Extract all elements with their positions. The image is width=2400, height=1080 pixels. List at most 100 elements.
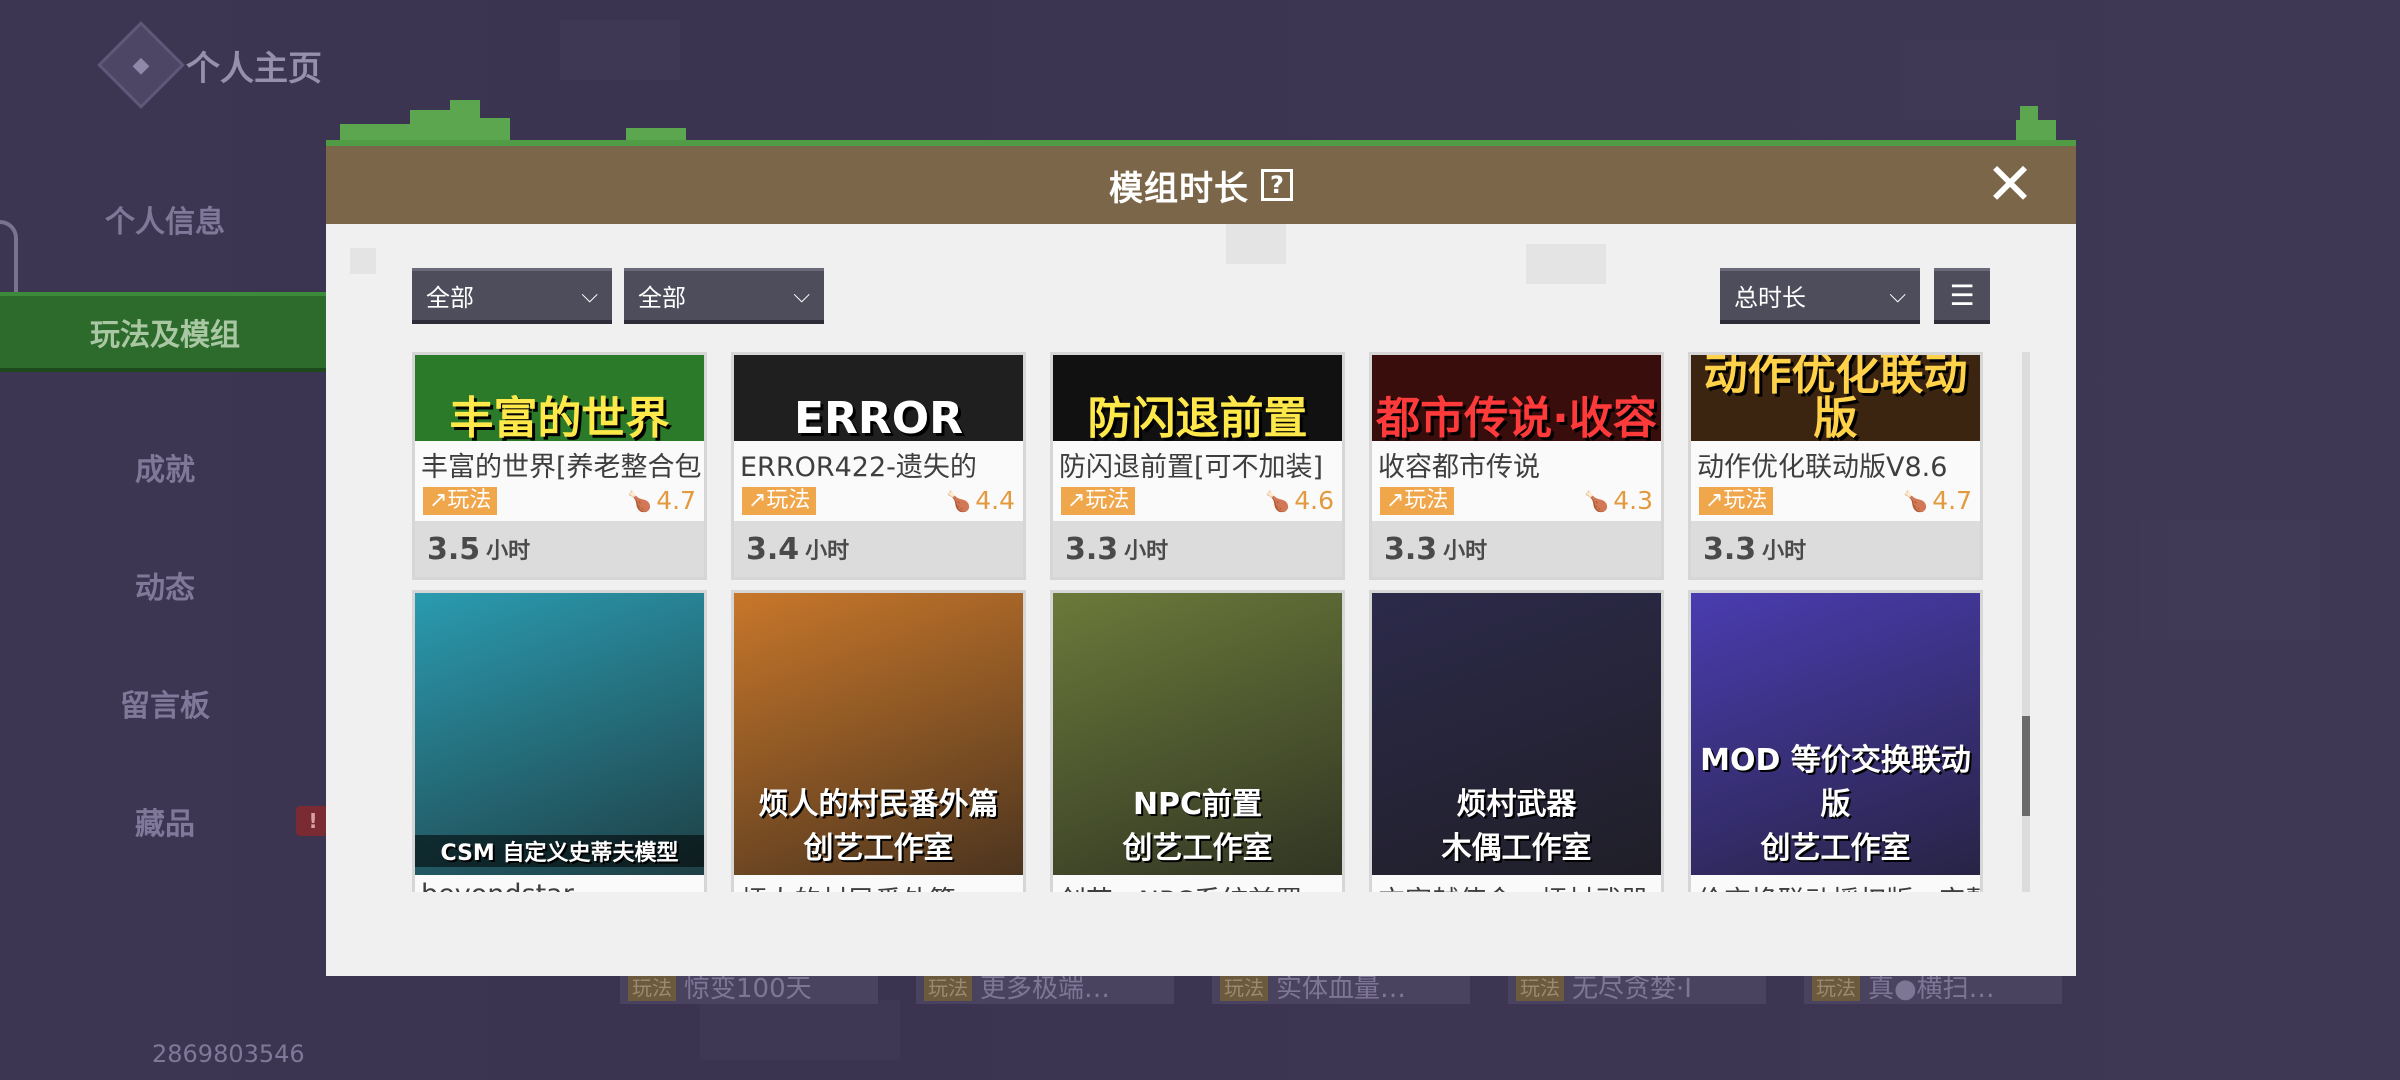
mod-card[interactable]: MOD 等价交换联动版 创艺工作室价交换联动授权版 · 完整 xyxy=(1688,590,1983,892)
thumbnail-caption: 烦人的村民番外篇 创艺工作室 xyxy=(758,787,999,866)
mod-meta: ↗玩法 🍗 4.3 xyxy=(1372,484,1661,517)
sidebar-item-label: 留言板 xyxy=(120,689,210,724)
mod-card[interactable]: 丰富的世界丰富的世界[养老整合包 ↗玩法 🍗 4.7 3.5 小时 xyxy=(412,352,707,580)
mod-card[interactable]: CSM 自定义史蒂夫模型 beyondstar xyxy=(412,590,707,892)
rating: 🍗 4.6 xyxy=(1265,486,1334,515)
mod-thumbnail: ERROR xyxy=(734,355,1023,441)
playtime-unit: 小时 xyxy=(1124,539,1169,564)
thumbnail-caption: MOD 等价交换联动版 创艺工作室 xyxy=(1700,743,1971,866)
sidebar-item-achievements[interactable]: 成就 xyxy=(0,408,330,526)
mod-name: 动作优化联动版V8.6 xyxy=(1697,452,1948,483)
profile-logo-icon: ◆ xyxy=(97,21,185,109)
sidebar-item-label: 动态 xyxy=(135,571,195,606)
help-icon[interactable]: ? xyxy=(1261,169,1293,201)
sort-order-icon[interactable]: ☰ xyxy=(1934,268,1990,324)
playtime-value: 3.4 xyxy=(746,531,800,567)
mod-card[interactable]: 都市传说·收容收容都市传说 ↗玩法 🍗 4.3 3.3 小时 xyxy=(1369,352,1664,580)
thumbnail-caption: 烦村武器 木偶工作室 xyxy=(1441,787,1592,866)
sidebar-item-label: 玩法及模组 xyxy=(90,318,240,353)
mod-name: 创艺 · NPC系统前置 xyxy=(1053,875,1342,892)
grass-decoration xyxy=(326,100,2076,158)
mod-name: 收容都市传说 xyxy=(1378,452,1540,483)
thumbnail-title: 丰富的世界 xyxy=(449,393,670,441)
sidebar-item-personal-info[interactable]: 个人信息 xyxy=(0,160,330,278)
rating: 🍗 4.4 xyxy=(946,486,1015,515)
filter-bar: 全部 ⌵ 全部 ⌵ xyxy=(412,268,824,324)
alert-badge: ! xyxy=(296,806,330,836)
playtime-value: 3.3 xyxy=(1384,531,1438,567)
playtime-value: 3.3 xyxy=(1703,531,1757,567)
mod-meta: ↗玩法 🍗 4.6 xyxy=(1053,484,1342,517)
profile-title: 个人主页 xyxy=(186,48,322,89)
playtime-unit: 小时 xyxy=(1443,539,1488,564)
filter-dropdown-type[interactable]: 全部 ⌵ xyxy=(624,268,824,324)
playtime-value: 3.5 xyxy=(427,531,481,567)
profile-header: ◆ 个人主页 xyxy=(97,21,322,109)
sort-bar: 总时长 ⌵ ☰ xyxy=(1720,268,1990,324)
category-tag: ↗玩法 xyxy=(1380,486,1455,515)
playtime-unit: 小时 xyxy=(486,539,531,564)
sidebar: 个人信息 玩法及模组 成就 动态 留言板 藏品 ! xyxy=(0,160,330,880)
mod-card[interactable]: ERROR ERROR422-遗失的 ↗玩法 🍗 4.4 3.4 小时 xyxy=(731,352,1026,580)
drumstick-icon: 🍗 xyxy=(1584,488,1610,513)
mod-thumbnail: CSM 自定义史蒂夫模型 xyxy=(415,593,704,875)
mod-card[interactable]: 防闪退前置 防闪退前置[可不加装] ↗玩法 🍗 4.6 3.3 小时 xyxy=(1050,352,1345,580)
rating: 🍗 4.3 xyxy=(1584,486,1653,515)
mod-name: beyondstar xyxy=(415,875,704,892)
drumstick-icon: 🍗 xyxy=(1265,488,1291,513)
drumstick-icon: 🍗 xyxy=(946,488,972,513)
drumstick-icon: 🍗 xyxy=(627,488,653,513)
sidebar-item-message-board[interactable]: 留言板 xyxy=(0,644,330,762)
chevron-down-icon: ⌵ xyxy=(793,283,810,308)
playtime-bar: 3.5 小时 xyxy=(415,521,704,577)
mod-grid: 丰富的世界 丰富的世界[养老整合包 ↗玩法 🍗 4.7 3.5 小时 ERROR ERROR42… xyxy=(412,352,1992,892)
mod-name: 烦人的村民番外篇 xyxy=(734,875,1023,892)
thumbnail-caption: CSM 自定义史蒂夫模型 xyxy=(415,835,704,867)
sidebar-item-gameplay-mods[interactable]: 玩法及模组 xyxy=(0,292,330,372)
mod-card[interactable]: NPC前置 创艺工作室创艺 · NPC系统前置 xyxy=(1050,590,1345,892)
mod-card[interactable]: 烦村武器 木偶工作室方穿越使命：烦村武器 xyxy=(1369,590,1664,892)
mod-name: ERROR422-遗失的 xyxy=(740,452,977,483)
scrollbar-thumb[interactable] xyxy=(2022,716,2030,816)
mod-thumbnail: 丰富的世界 xyxy=(415,355,704,441)
mod-thumbnail: 动作优化联动版 xyxy=(1691,355,1980,441)
dropdown-value: 全部 xyxy=(426,284,474,312)
thumbnail-title: 都市传说·收容 xyxy=(1376,393,1657,441)
filter-dropdown-category[interactable]: 全部 ⌵ xyxy=(412,268,612,324)
dropdown-value: 全部 xyxy=(638,284,686,312)
mod-playtime-dialog: 模组时长 ? ✕ 全部 ⌵ 全部 ⌵ 总时长 ⌵ ☰ 丰富的世界 丰富的世界[养老 xyxy=(326,100,2076,976)
bg-tile xyxy=(700,1000,900,1060)
dropdown-value: 总时长 xyxy=(1734,284,1806,312)
mod-meta: ↗玩法 🍗 4.4 xyxy=(734,484,1023,517)
playtime-bar: 3.3 小时 xyxy=(1691,521,1980,577)
dialog-header: 模组时长 ? ✕ xyxy=(326,140,2076,224)
close-button[interactable]: ✕ xyxy=(1984,155,2036,213)
mod-name: 丰富的世界[养老整合包 xyxy=(421,452,702,483)
sidebar-item-label: 藏品 xyxy=(135,807,195,842)
category-tag: ↗玩法 xyxy=(423,486,498,515)
dialog-title: 模组时长 xyxy=(1109,168,1249,209)
dialog-body: 全部 ⌵ 全部 ⌵ 总时长 ⌵ ☰ 丰富的世界 丰富的世界[养老整合包 ↗玩法 🍗 4.… xyxy=(326,224,2076,976)
mod-thumbnail: NPC前置 创艺工作室 xyxy=(1053,593,1342,875)
sidebar-item-activity[interactable]: 动态 xyxy=(0,526,330,644)
mod-card[interactable]: 烦人的村民番外篇 创艺工作室烦人的村民番外篇 xyxy=(731,590,1026,892)
mod-name: 价交换联动授权版 · 完整 xyxy=(1691,875,1980,892)
rating-value: 4.4 xyxy=(975,486,1015,515)
rating-value: 4.3 xyxy=(1613,486,1653,515)
sort-dropdown[interactable]: 总时长 ⌵ xyxy=(1720,268,1920,324)
scrollbar[interactable] xyxy=(2022,352,2030,892)
sidebar-item-collection[interactable]: 藏品 ! xyxy=(0,762,330,880)
rating-value: 4.7 xyxy=(1932,486,1972,515)
rating-value: 4.6 xyxy=(1294,486,1334,515)
mod-meta: ↗玩法 🍗 4.7 xyxy=(1691,484,1980,517)
chevron-down-icon: ⌵ xyxy=(581,283,598,308)
thumbnail-title: 动作优化联动版 xyxy=(1703,355,1968,441)
rating-value: 4.7 xyxy=(656,486,696,515)
playtime-unit: 小时 xyxy=(805,539,850,564)
playtime-value: 3.3 xyxy=(1065,531,1119,567)
category-tag: ↗玩法 xyxy=(742,486,817,515)
category-tag: ↗玩法 xyxy=(1061,486,1136,515)
mod-card[interactable]: 动作优化联动版动作优化联动版V8.6 ↗玩法 🍗 4.7 3.3 小时 xyxy=(1688,352,1983,580)
sidebar-item-label: 成就 xyxy=(135,453,195,488)
mod-thumbnail: 都市传说·收容 xyxy=(1372,355,1661,441)
